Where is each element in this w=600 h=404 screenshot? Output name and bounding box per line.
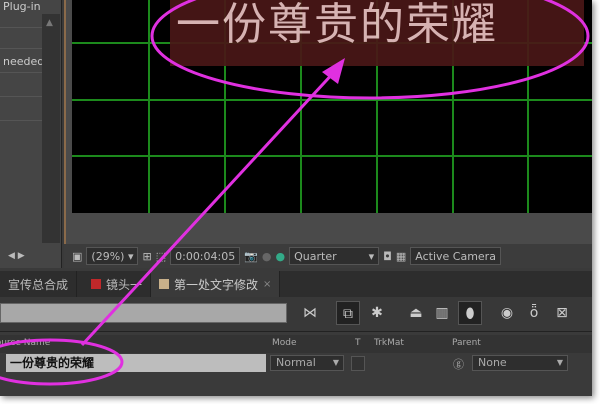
col-source-name[interactable]: Source Name [0, 338, 50, 348]
plugin-header: Plug-in [3, 0, 41, 13]
col-parent[interactable]: Parent [452, 338, 481, 348]
viewer-toolbar: ▣ (29%) ▾ ⊞ ⬚ 0:00:04:05 📷 ● ● Quarter ▾ … [64, 244, 592, 268]
close-icon[interactable]: × [263, 279, 271, 290]
after-effects-window: Plug-in needed ▲ ◀ ▶ 一份尊贵的荣耀 ▣ (29%) ▾ ⊞… [0, 0, 592, 396]
layer-columns-header: Source Name Mode T TrkMat Parent [0, 335, 592, 353]
comp-flowchart-icon[interactable]: ⋈ [298, 301, 322, 325]
col-mode[interactable]: Mode [272, 338, 297, 348]
mode-dropdown[interactable]: Normal ▼ [270, 355, 344, 371]
composition-canvas[interactable]: 一份尊贵的荣耀 [72, 0, 592, 213]
color-label-icon [159, 279, 170, 289]
draft-3d-icon[interactable]: ⧉ [336, 301, 360, 325]
resolution-dropdown[interactable]: Quarter ▾ [289, 247, 380, 265]
tab-shot-one[interactable]: 镜头一 [77, 271, 152, 297]
timecode[interactable]: 0:00:04:05 [170, 247, 241, 265]
fast-preview-icon[interactable]: ◘ [383, 250, 392, 263]
layer-name[interactable]: 一份尊贵的荣耀 [6, 354, 266, 372]
search-input[interactable] [0, 303, 287, 323]
transparency-grid-icon[interactable]: ▦ [396, 250, 406, 263]
preserve-transparency-checkbox[interactable] [351, 356, 365, 371]
timeline-tabs: 宣传总合成 镜头一 第一处文字修改 × [0, 271, 592, 297]
scroll-up-icon[interactable]: ▲ [46, 18, 53, 28]
color-label-icon [91, 279, 102, 289]
col-trkmat[interactable]: TrkMat [374, 338, 404, 348]
timeline-toolbar: ⋈ ⧉ ✱ ⏏ ▥ ⬮ ◉ ȫ ⊠ [0, 297, 592, 332]
tab-text-edit[interactable]: 第一处文字修改 × [151, 271, 281, 297]
zoom-dropdown[interactable]: (29%) ▾ [86, 247, 139, 265]
scroll-left-right-buttons[interactable]: ◀ ▶ [0, 248, 42, 266]
project-row-text: needed [3, 55, 42, 68]
pickwhip-icon[interactable]: ⓖ [453, 356, 464, 372]
motion-blur-icon[interactable]: ▥ [430, 301, 454, 325]
stopwatch-icon[interactable]: ȫ [522, 301, 546, 325]
color-channels-icon[interactable]: ● [276, 250, 286, 263]
col-t[interactable]: T [355, 338, 361, 348]
shy-layers-icon[interactable]: ✱ [365, 301, 389, 325]
project-panel: Plug-in needed ▲ ◀ ▶ [0, 0, 62, 268]
composition-viewer[interactable]: 一份尊贵的荣耀 [64, 0, 592, 268]
camera-icon[interactable]: 📷 [244, 250, 258, 263]
scrollbar[interactable]: ▲ [42, 14, 60, 243]
live-update-icon[interactable]: ⊠ [550, 301, 574, 325]
brainstorm-icon[interactable]: ⬮ [458, 301, 482, 325]
person-icon[interactable]: ● [262, 250, 272, 263]
tab-promo-comp[interactable]: 宣传总合成 [0, 271, 78, 297]
region-icon[interactable]: ▣ [72, 250, 82, 263]
mask-icon[interactable]: ⬚ [156, 250, 166, 263]
camera-dropdown[interactable]: Active Camera [410, 247, 501, 265]
graph-editor-icon[interactable]: ◉ [495, 301, 519, 325]
parent-dropdown[interactable]: None ▼ [472, 355, 568, 371]
layer-row[interactable]: 一份尊贵的荣耀 Normal ▼ ⓖ None ▼ [0, 354, 592, 374]
title-text-layer[interactable]: 一份尊贵的荣耀 [170, 0, 584, 66]
frame-blending-icon[interactable]: ⏏ [404, 301, 428, 325]
grid-icon[interactable]: ⊞ [142, 250, 151, 263]
